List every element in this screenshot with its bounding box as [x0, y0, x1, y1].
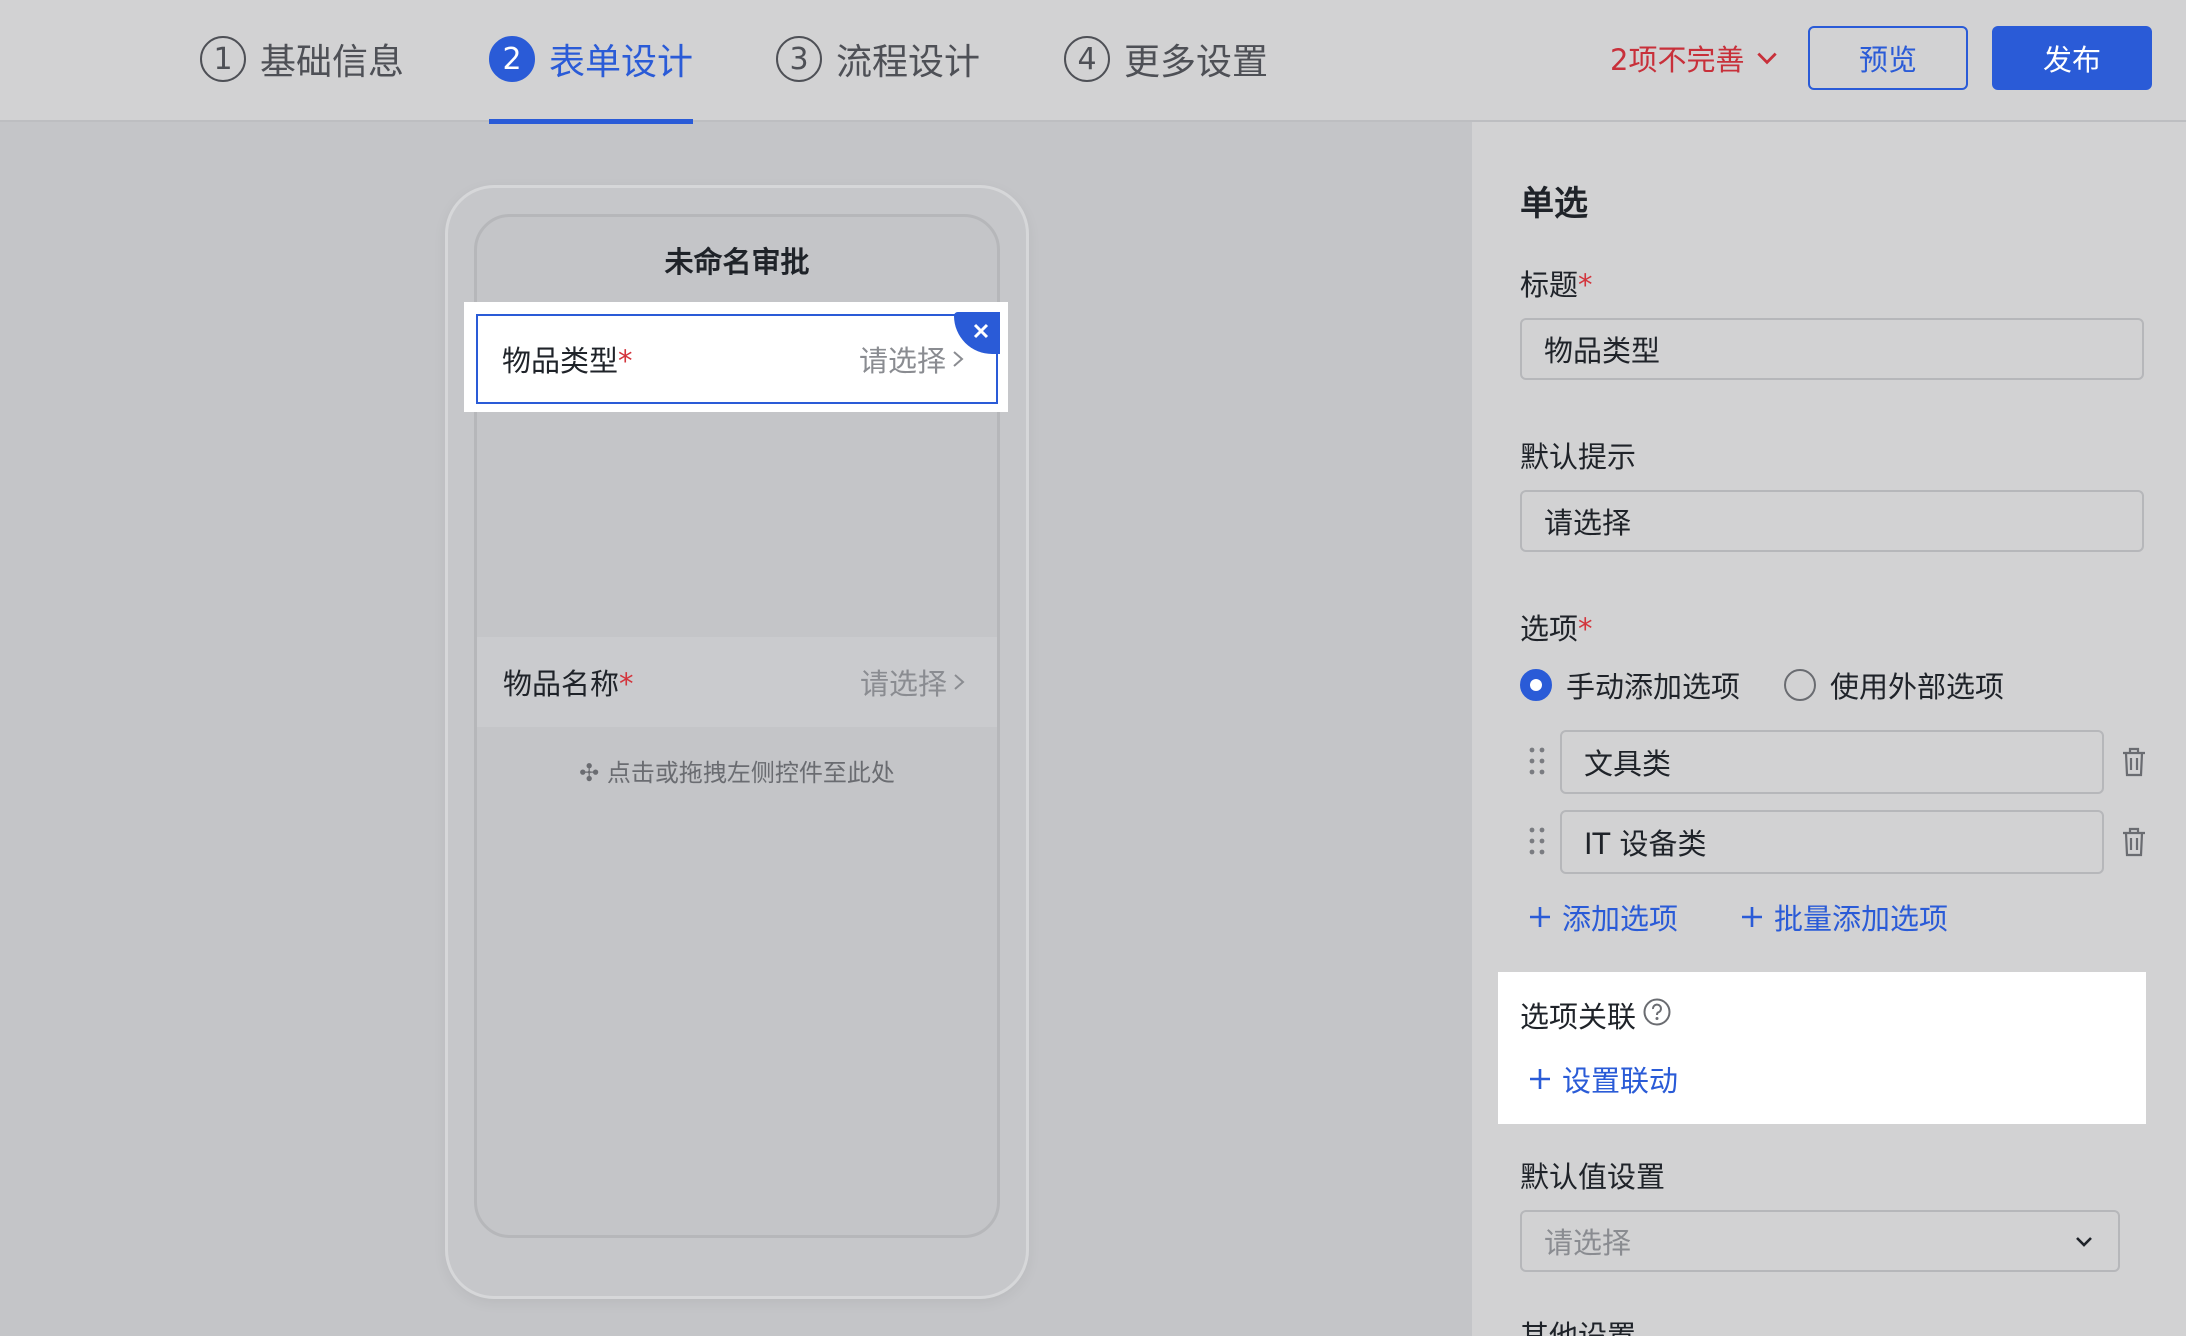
set-linkage-button[interactable]: 设置联动 [1528, 1058, 1678, 1100]
select-placeholder: 请选择 [1544, 1226, 1632, 1260]
step-basic-info[interactable]: 1 基础信息 [200, 28, 404, 90]
add-option-label: 添加选项 [1562, 902, 1679, 936]
default-hint-input[interactable]: 请选择 [1520, 490, 2144, 552]
batch-add-option-button[interactable]: 批量添加选项 [1740, 896, 1948, 938]
chevron-right-icon [954, 674, 965, 690]
publish-button[interactable]: 发布 [1992, 26, 2152, 90]
form-title: 未命名审批 [664, 245, 810, 279]
chevron-right-icon [953, 351, 964, 367]
plus-icon [1530, 1069, 1550, 1089]
radio-label: 手动添加选项 [1566, 670, 1741, 704]
drag-handle-icon[interactable] [1528, 826, 1546, 856]
radio-label: 使用外部选项 [1830, 670, 2005, 704]
default-hint-label: 默认提示 [1520, 440, 1637, 474]
option-row: IT 设备类 [1520, 810, 2154, 874]
chevron-down-icon [2076, 1237, 2092, 1247]
trash-icon[interactable] [2120, 826, 2148, 858]
radio-dot [1520, 669, 1552, 701]
step-flow-design[interactable]: 3 流程设计 [776, 28, 980, 90]
plus-icon [1530, 907, 1550, 927]
plus-icon [1742, 907, 1762, 927]
chevron-down-icon [1757, 52, 1778, 65]
step-number: 2 [489, 36, 535, 82]
required-mark: * [618, 344, 633, 378]
active-step-underline [489, 119, 693, 124]
option-row: 文具类 [1520, 730, 2154, 794]
radio-manual-options[interactable]: 手动添加选项 [1520, 664, 1740, 706]
top-header: 1 基础信息 2 表单设计 3 流程设计 4 更多设置 2项不完善 预览 发布 [0, 0, 2186, 124]
other-settings-label: 其他设置 [1520, 1319, 1637, 1336]
required-mark: * [1578, 612, 1593, 646]
drag-handle-icon[interactable] [1528, 746, 1546, 776]
option-input[interactable]: IT 设备类 [1560, 810, 2104, 874]
title-input[interactable]: 物品类型 [1520, 318, 2144, 380]
step-label: 基础信息 [260, 42, 405, 83]
incomplete-label: 2项不完善 [1610, 43, 1745, 77]
radio-dot [1784, 669, 1816, 701]
required-mark: * [1578, 268, 1593, 302]
required-mark: * [619, 667, 634, 701]
move-icon: ✣ [579, 759, 607, 787]
preview-button[interactable]: 预览 [1808, 26, 1968, 90]
panel-title: 单选 [1520, 184, 1588, 224]
field-label: 物品名称* [503, 667, 634, 701]
step-more-settings[interactable]: 4 更多设置 [1064, 28, 1268, 90]
option-association-label: 选项关联 [1520, 1000, 1637, 1034]
step-label: 流程设计 [836, 42, 981, 83]
step-number: 1 [200, 36, 246, 82]
field-placeholder: 请选择 [859, 338, 966, 380]
batch-add-option-label: 批量添加选项 [1774, 902, 1949, 936]
form-field-item-name[interactable]: 物品名称* 请选择 [477, 637, 997, 727]
options-label: 选项* [1520, 612, 1593, 646]
step-number: 3 [776, 36, 822, 82]
step-label: 表单设计 [549, 42, 694, 83]
field-placeholder: 请选择 [860, 661, 967, 703]
step-number: 4 [1064, 36, 1110, 82]
title-label: 标题* [1520, 268, 1593, 302]
radio-external-options[interactable]: 使用外部选项 [1784, 664, 2004, 706]
close-icon [973, 323, 989, 339]
drop-hint: ✣ 点击或拖拽左侧控件至此处 [579, 759, 895, 787]
step-label: 更多设置 [1124, 42, 1269, 83]
incomplete-dropdown[interactable]: 2项不完善 [1610, 36, 1780, 80]
help-icon[interactable] [1642, 997, 1672, 1027]
form-field-item-type[interactable]: 物品类型* 请选择 [476, 314, 998, 404]
set-linkage-label: 设置联动 [1562, 1064, 1679, 1098]
trash-icon[interactable] [2120, 746, 2148, 778]
field-label: 物品类型* [502, 344, 633, 378]
option-input[interactable]: 文具类 [1560, 730, 2104, 794]
default-value-label: 默认值设置 [1520, 1160, 1666, 1194]
add-option-button[interactable]: 添加选项 [1528, 896, 1678, 938]
default-value-select[interactable]: 请选择 [1520, 1210, 2120, 1272]
step-form-design[interactable]: 2 表单设计 [489, 28, 693, 90]
